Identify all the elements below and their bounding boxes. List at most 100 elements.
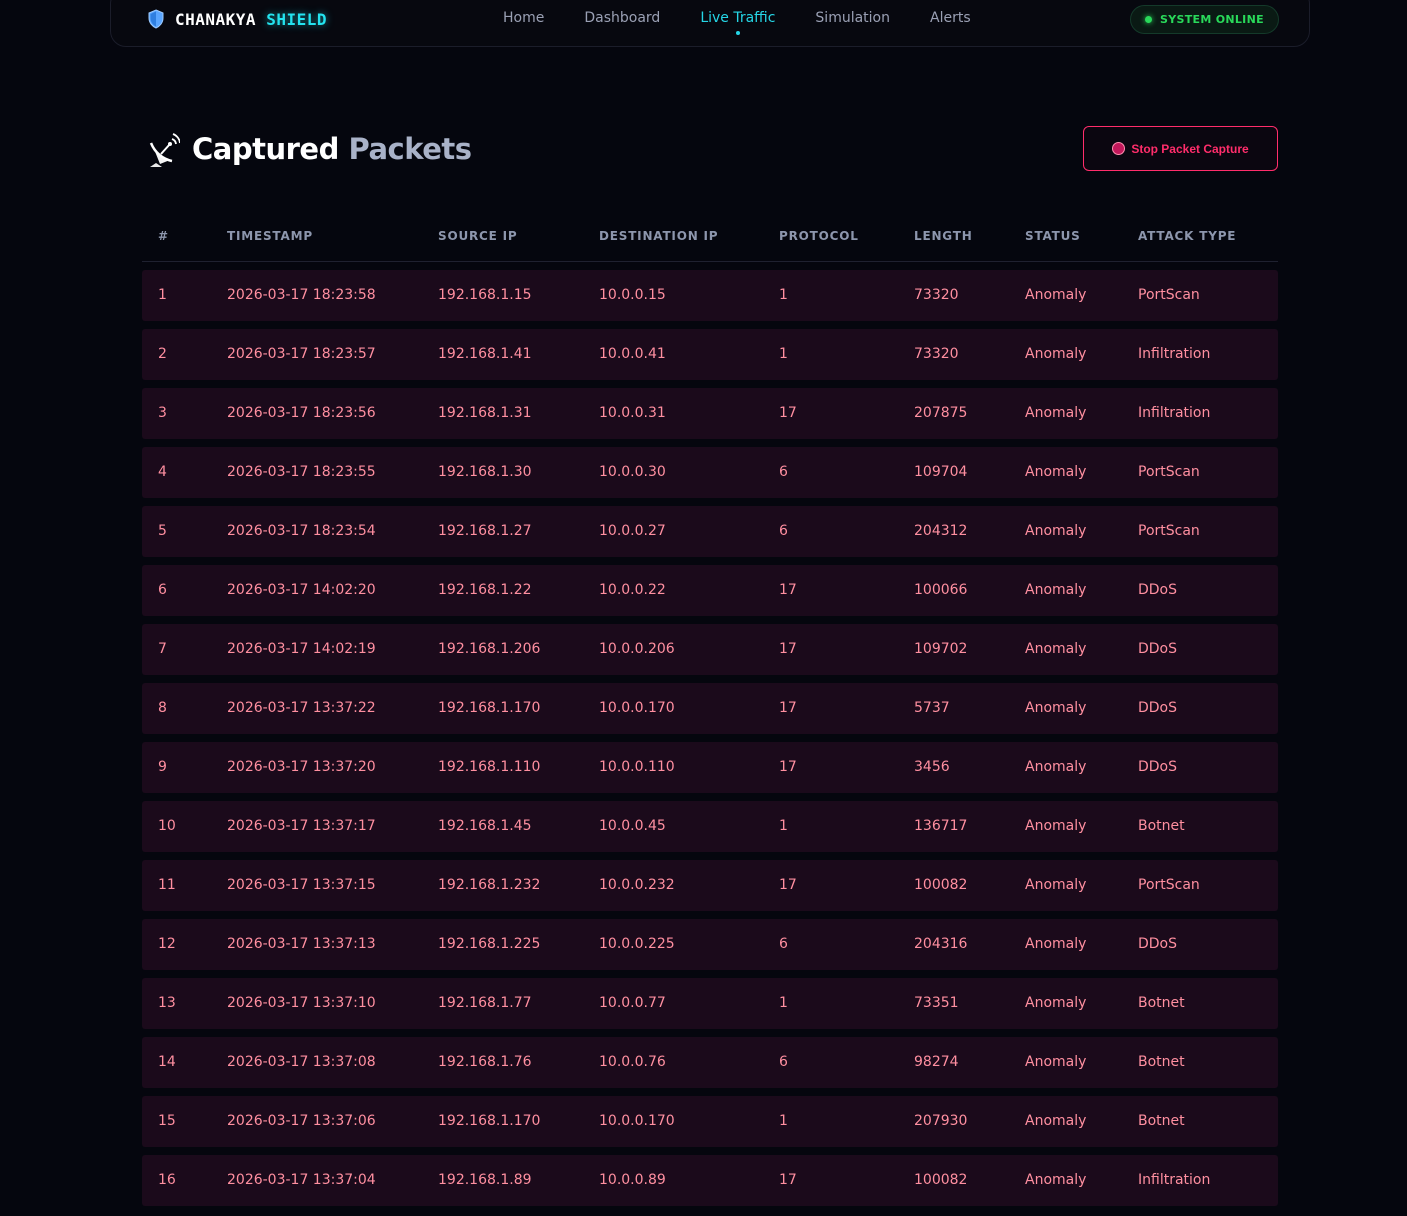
cell-timestamp: 2026-03-17 13:37:13 [227, 936, 376, 952]
cell-length: 109704 [914, 464, 968, 480]
cell-protocol: 17 [779, 877, 797, 893]
cell-row-index: 7 [158, 641, 167, 657]
cell-attack-type: Botnet [1138, 1113, 1185, 1129]
col-header-index[interactable]: # [158, 229, 169, 243]
table-row[interactable]: 10 2026-03-17 13:37:17 192.168.1.45 10.0.0.… [142, 801, 1278, 852]
cell-source-ip: 192.168.1.77 [438, 995, 532, 1011]
cell-status: Anomaly [1025, 995, 1087, 1011]
table-row[interactable]: 15 2026-03-17 13:37:06 192.168.1.170 10.0.0… [142, 1096, 1278, 1147]
cell-destination-ip: 10.0.0.30 [599, 464, 666, 480]
nav-link-live-traffic[interactable]: Live Traffic [700, 10, 775, 35]
cell-row-index: 5 [158, 523, 167, 539]
col-header-attack-type[interactable]: ATTACK TYPE [1138, 229, 1236, 243]
cell-status: Anomaly [1025, 700, 1087, 716]
cell-timestamp: 2026-03-17 13:37:22 [227, 700, 376, 716]
cell-length: 109702 [914, 641, 968, 657]
nav-link-simulation[interactable]: Simulation [815, 10, 890, 26]
table-row[interactable]: 13 2026-03-17 13:37:10 192.168.1.77 10.0.0.… [142, 978, 1278, 1029]
cell-status: Anomaly [1025, 818, 1087, 834]
satellite-dish-icon [149, 133, 180, 167]
cell-length: 3456 [914, 759, 950, 775]
table-row[interactable]: 2 2026-03-17 18:23:57 192.168.1.41 10.0.0.4… [142, 329, 1278, 380]
cell-attack-type: DDoS [1138, 641, 1178, 657]
cell-length: 100066 [914, 582, 968, 598]
system-status-badge: SYSTEM ONLINE [1130, 5, 1279, 34]
cell-length: 73320 [914, 346, 959, 362]
cell-status: Anomaly [1025, 1172, 1087, 1188]
cell-length: 5737 [914, 700, 950, 716]
col-header-timestamp[interactable]: TIMESTAMP [227, 229, 313, 243]
cell-protocol: 1 [779, 995, 788, 1011]
cell-destination-ip: 10.0.0.225 [599, 936, 675, 952]
brand-logo[interactable]: CHANAKYA SHIELD [147, 7, 327, 31]
cell-row-index: 16 [158, 1172, 176, 1188]
col-header-source-ip[interactable]: SOURCE IP [438, 229, 517, 243]
cell-destination-ip: 10.0.0.89 [599, 1172, 666, 1188]
cell-row-index: 10 [158, 818, 176, 834]
table-header: # TIMESTAMP SOURCE IP DESTINATION IP PRO… [142, 212, 1278, 262]
cell-attack-type: Botnet [1138, 995, 1185, 1011]
cell-timestamp: 2026-03-17 13:37:10 [227, 995, 376, 1011]
nav-link-home[interactable]: Home [503, 10, 544, 26]
cell-destination-ip: 10.0.0.22 [599, 582, 666, 598]
cell-protocol: 6 [779, 1054, 788, 1070]
nav-link-alerts[interactable]: Alerts [930, 10, 971, 26]
nav-link-dashboard[interactable]: Dashboard [584, 10, 660, 26]
table-row[interactable]: 9 2026-03-17 13:37:20 192.168.1.110 10.0.0.… [142, 742, 1278, 793]
cell-status: Anomaly [1025, 641, 1087, 657]
col-header-status[interactable]: STATUS [1025, 229, 1081, 243]
cell-length: 204316 [914, 936, 968, 952]
table-row[interactable]: 7 2026-03-17 14:02:19 192.168.1.206 10.0.0.… [142, 624, 1278, 675]
cell-attack-type: DDoS [1138, 936, 1178, 952]
cell-length: 100082 [914, 1172, 968, 1188]
cell-source-ip: 192.168.1.170 [438, 1113, 541, 1129]
table-row[interactable]: 8 2026-03-17 13:37:22 192.168.1.170 10.0.0.… [142, 683, 1278, 734]
cell-destination-ip: 10.0.0.31 [599, 405, 666, 421]
cell-destination-ip: 10.0.0.232 [599, 877, 675, 893]
cell-timestamp: 2026-03-17 18:23:57 [227, 346, 376, 362]
shield-icon [148, 9, 164, 29]
cell-destination-ip: 10.0.0.77 [599, 995, 666, 1011]
cell-protocol: 17 [779, 759, 797, 775]
table-row[interactable]: 6 2026-03-17 14:02:20 192.168.1.22 10.0.0.2… [142, 565, 1278, 616]
table-row[interactable]: 12 2026-03-17 13:37:13 192.168.1.225 10.0.0… [142, 919, 1278, 970]
cell-length: 98274 [914, 1054, 959, 1070]
table-row[interactable]: 1 2026-03-17 18:23:58 192.168.1.15 10.0.0.1… [142, 270, 1278, 321]
cell-destination-ip: 10.0.0.206 [599, 641, 675, 657]
cell-destination-ip: 10.0.0.170 [599, 1113, 675, 1129]
table-row[interactable]: 14 2026-03-17 13:37:08 192.168.1.76 10.0.0.… [142, 1037, 1278, 1088]
cell-status: Anomaly [1025, 287, 1087, 303]
col-header-length[interactable]: LENGTH [914, 229, 973, 243]
cell-status: Anomaly [1025, 464, 1087, 480]
cell-timestamp: 2026-03-17 13:37:04 [227, 1172, 376, 1188]
cell-attack-type: PortScan [1138, 287, 1200, 303]
cell-status: Anomaly [1025, 1054, 1087, 1070]
col-header-protocol[interactable]: PROTOCOL [779, 229, 859, 243]
system-status-label: SYSTEM ONLINE [1160, 13, 1264, 26]
cell-status: Anomaly [1025, 877, 1087, 893]
cell-destination-ip: 10.0.0.45 [599, 818, 666, 834]
cell-destination-ip: 10.0.0.76 [599, 1054, 666, 1070]
cell-attack-type: DDoS [1138, 582, 1178, 598]
top-navbar: CHANAKYA SHIELD Home Dashboard Live Traf… [110, 0, 1310, 47]
cell-protocol: 6 [779, 936, 788, 952]
table-row[interactable]: 11 2026-03-17 13:37:15 192.168.1.232 10.0.0… [142, 860, 1278, 911]
cell-attack-type: Infiltration [1138, 405, 1211, 421]
cell-timestamp: 2026-03-17 18:23:58 [227, 287, 376, 303]
cell-protocol: 17 [779, 700, 797, 716]
table-row[interactable]: 4 2026-03-17 18:23:55 192.168.1.30 10.0.0.3… [142, 447, 1278, 498]
cell-row-index: 3 [158, 405, 167, 421]
page-title: Captured Packets [192, 132, 472, 166]
cell-protocol: 1 [779, 346, 788, 362]
cell-source-ip: 192.168.1.22 [438, 582, 532, 598]
table-row[interactable]: 16 2026-03-17 13:37:04 192.168.1.89 10.0.0.… [142, 1155, 1278, 1206]
cell-protocol: 6 [779, 464, 788, 480]
cell-attack-type: Infiltration [1138, 346, 1211, 362]
cell-protocol: 17 [779, 582, 797, 598]
cell-destination-ip: 10.0.0.15 [599, 287, 666, 303]
table-row[interactable]: 3 2026-03-17 18:23:56 192.168.1.31 10.0.0.3… [142, 388, 1278, 439]
col-header-destination-ip[interactable]: DESTINATION IP [599, 229, 718, 243]
cell-destination-ip: 10.0.0.27 [599, 523, 666, 539]
table-row[interactable]: 5 2026-03-17 18:23:54 192.168.1.27 10.0.0.2… [142, 506, 1278, 557]
stop-packet-capture-button[interactable]: Stop Packet Capture [1083, 126, 1278, 171]
